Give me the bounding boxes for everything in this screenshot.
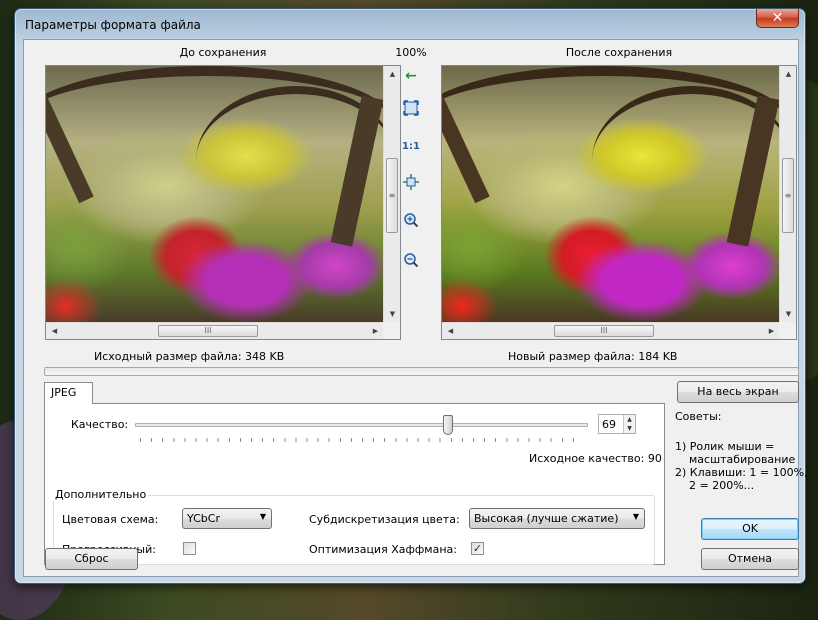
tip-line: 1) Ролик мыши = — [675, 440, 775, 453]
subsampling-select[interactable]: Высокая (лучше сжатие) ▼ — [469, 508, 645, 529]
quality-spin-buttons[interactable]: ▲ ▼ — [623, 415, 635, 433]
original-quality: Исходное качество: 90 — [529, 452, 662, 465]
after-caption: После сохранения — [565, 46, 673, 59]
fullscreen-button[interactable]: На весь экран — [677, 381, 799, 403]
save-progress-bar — [44, 367, 799, 376]
chevron-down-icon: ▼ — [632, 512, 639, 521]
quality-slider-ticks — [140, 438, 584, 442]
fit-width-icon[interactable] — [400, 174, 422, 196]
after-preview-image — [442, 66, 780, 323]
new-file-size: Новый размер файла: 184 KB — [508, 350, 678, 363]
scroll-down-icon[interactable]: ▼ — [780, 306, 796, 323]
window-title: Параметры формата файла — [25, 18, 201, 32]
jpeg-options-panel: Качество: 69 ▲ ▼ Исходное качество: 90 Д… — [44, 403, 665, 565]
after-preview-pane[interactable]: ▲ ≡ ▼ ◀ III ▶ — [441, 65, 797, 340]
after-vertical-scrollbar[interactable]: ▲ ≡ ▼ — [779, 66, 796, 323]
fit-window-icon[interactable] — [400, 100, 422, 122]
advanced-group-title: Дополнительно — [53, 488, 149, 501]
scroll-right-icon[interactable]: ▶ — [367, 323, 384, 339]
cancel-button[interactable]: Отмена — [701, 548, 799, 570]
zoom-in-icon[interactable] — [400, 212, 422, 234]
quality-slider-thumb[interactable] — [442, 415, 453, 435]
spin-down-icon[interactable]: ▼ — [624, 424, 635, 433]
dialog-client-area: До сохранения 100% После сохранения ▲ ≡ … — [23, 39, 808, 577]
tip-line: 2) Клавиши: 1 = 100%, — [675, 466, 808, 479]
file-format-options-dialog: Параметры формата файла ✕ До сохранения … — [14, 8, 808, 584]
ok-button[interactable]: OK — [701, 518, 799, 540]
spin-up-icon[interactable]: ▲ — [624, 415, 635, 424]
tips-title: Советы: — [675, 410, 722, 423]
huffman-label: Оптимизация Хаффмана: — [309, 543, 457, 556]
chevron-down-icon: ▼ — [259, 512, 266, 521]
color-scheme-value: YCbCr — [187, 512, 220, 525]
scroll-left-icon[interactable]: ◀ — [442, 323, 459, 339]
quality-label: Качество: — [71, 418, 129, 431]
before-horizontal-scrollbar[interactable]: ◀ III ▶ — [46, 322, 384, 339]
before-preview-pane[interactable]: ▲ ≡ ▼ ◀ III ▶ — [45, 65, 401, 340]
scroll-down-icon[interactable]: ▼ — [384, 306, 400, 323]
original-file-size: Исходный размер файла: 348 KB — [94, 350, 285, 363]
huffman-checkbox[interactable]: ✓ — [471, 542, 484, 555]
actual-size-button[interactable]: 1:1 — [400, 136, 422, 158]
before-preview-image — [46, 66, 384, 323]
color-scheme-select[interactable]: YCbCr ▼ — [182, 508, 272, 529]
tab-jpeg[interactable]: JPEG — [44, 382, 93, 404]
before-caption: До сохранения — [179, 46, 267, 59]
back-arrow-icon[interactable]: ← — [400, 65, 422, 87]
scroll-left-icon[interactable]: ◀ — [46, 323, 63, 339]
tip-line: масштабирование — [689, 453, 796, 466]
after-horizontal-scrollbar[interactable]: ◀ III ▶ — [442, 322, 780, 339]
close-button[interactable]: ✕ — [756, 9, 799, 28]
before-horizontal-scroll-thumb[interactable]: III — [158, 325, 258, 337]
color-scheme-label: Цветовая схема: — [62, 513, 159, 526]
subsampling-value: Высокая (лучше сжатие) — [474, 512, 619, 525]
reset-button[interactable]: Сброс — [45, 548, 138, 570]
quality-slider-track[interactable] — [135, 423, 588, 427]
scroll-up-icon[interactable]: ▲ — [780, 66, 796, 83]
subsampling-label: Субдискретизация цвета: — [309, 513, 460, 526]
scroll-right-icon[interactable]: ▶ — [763, 323, 780, 339]
before-vertical-scrollbar[interactable]: ▲ ≡ ▼ — [383, 66, 400, 323]
tips-text: 1) Ролик мыши = масштабирование 2) Клави… — [675, 440, 808, 492]
quality-value: 69 — [602, 418, 616, 431]
progressive-checkbox[interactable] — [183, 542, 196, 555]
before-vertical-scroll-thumb[interactable]: ≡ — [386, 158, 398, 233]
scroll-up-icon[interactable]: ▲ — [384, 66, 400, 83]
scroll-corner — [779, 322, 796, 339]
zoom-out-icon[interactable] — [400, 252, 422, 274]
tip-line: 2 = 200%... — [689, 479, 755, 492]
scroll-corner — [383, 322, 400, 339]
after-horizontal-scroll-thumb[interactable]: III — [554, 325, 654, 337]
zoom-level: 100% — [395, 46, 427, 59]
after-vertical-scroll-thumb[interactable]: ≡ — [782, 158, 794, 233]
quality-spinbox[interactable]: 69 ▲ ▼ — [598, 414, 636, 434]
